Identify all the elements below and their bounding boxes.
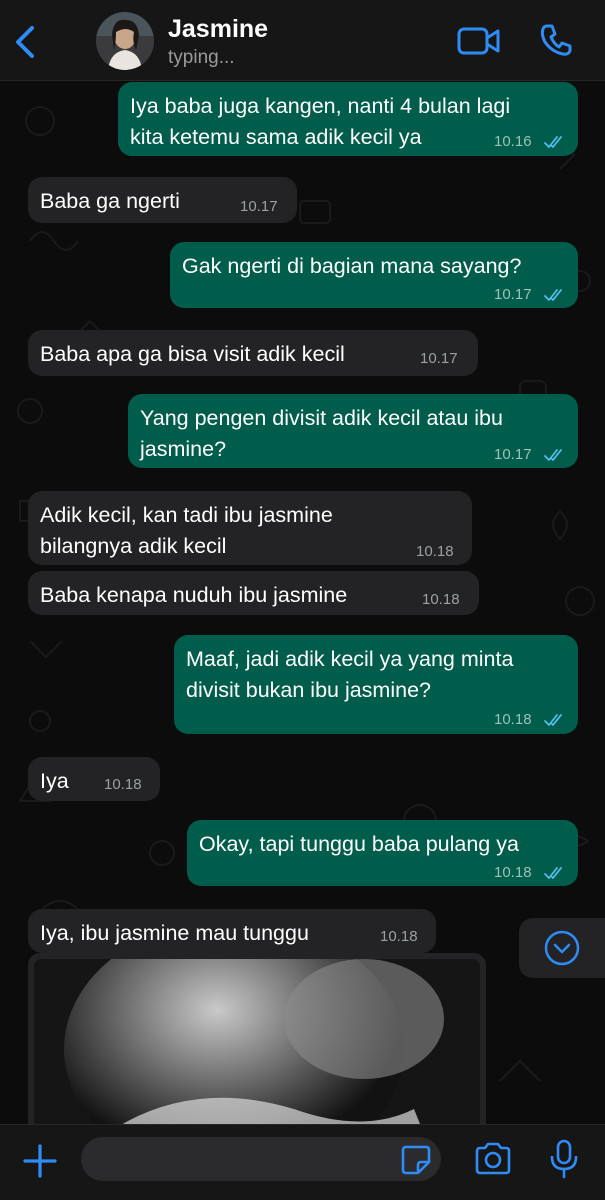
back-button[interactable] [10,24,40,60]
incoming-message[interactable]: Baba ga ngerti 10.17 [28,177,297,223]
video-call-button[interactable] [457,26,501,56]
read-receipt-icon [544,289,562,301]
message-timestamp: 10.17 [240,198,278,215]
microphone-button[interactable] [548,1139,580,1179]
message-text: Okay, tapi tunggu baba pulang ya [199,832,519,856]
message-input[interactable] [81,1137,441,1181]
sticker-icon [401,1145,431,1175]
chat-screen: Jasmine typing... Iya baba juga kangen, … [0,0,605,1200]
message-text: Baba apa ga bisa visit adik kecil [40,342,345,366]
avatar[interactable] [96,12,154,70]
scroll-to-bottom-button[interactable] [519,918,605,978]
message-timestamp: 10.18 [494,864,532,881]
typing-status: typing... [168,47,235,68]
message-timestamp: 10.18 [104,776,142,793]
outgoing-message[interactable]: Gak ngerti di bagian mana sayang? 10.17 [170,242,578,308]
microphone-icon [550,1139,578,1179]
message-timestamp: 10.18 [416,543,454,560]
chat-header: Jasmine typing... [0,0,605,81]
incoming-message[interactable]: Iya 10.18 [28,757,160,801]
outgoing-message[interactable]: Yang pengen divisit adik kecil atau ibu … [128,394,578,468]
message-text: Iya, ibu jasmine mau tunggu [40,921,309,945]
read-receipt-icon [544,136,562,148]
incoming-message[interactable]: Baba apa ga bisa visit adik kecil 10.17 [28,330,478,376]
chevron-down-circle-icon [544,930,580,966]
message-timestamp: 10.17 [420,350,458,367]
chevron-left-icon [16,26,34,58]
message-text: Gak ngerti di bagian mana sayang? [182,254,522,278]
message-text: Maaf, jadi adik kecil ya yang minta divi… [186,647,514,702]
voice-call-button[interactable] [538,22,574,58]
image-message[interactable] [28,953,486,1153]
incoming-message[interactable]: Adik kecil, kan tadi ibu jasmine bilangn… [28,491,472,565]
read-receipt-icon [544,714,562,726]
sticker-button[interactable] [400,1144,432,1176]
outgoing-message[interactable]: Okay, tapi tunggu baba pulang ya 10.18 [187,820,578,886]
phone-icon [540,24,572,56]
avatar-photo [96,12,154,70]
read-receipt-icon [544,867,562,879]
message-input-bar [0,1124,605,1200]
message-timestamp: 10.17 [494,286,532,303]
message-timestamp: 10.16 [494,133,532,150]
message-timestamp: 10.18 [422,591,460,608]
message-text: Adik kecil, kan tadi ibu jasmine bilangn… [40,503,333,558]
camera-icon [475,1142,511,1175]
camera-button[interactable] [473,1141,513,1177]
attach-button[interactable] [22,1143,58,1179]
video-camera-icon [457,27,500,55]
message-timestamp: 10.17 [494,446,532,463]
message-timestamp: 10.18 [380,928,418,945]
plus-icon [23,1144,57,1178]
read-receipt-icon [544,449,562,461]
incoming-message[interactable]: Baba kenapa nuduh ibu jasmine 10.18 [28,571,479,615]
outgoing-message[interactable]: Iya baba juga kangen, nanti 4 bulan lagi… [118,82,578,156]
message-text: Baba kenapa nuduh ibu jasmine [40,583,348,607]
outgoing-message[interactable]: Maaf, jadi adik kecil ya yang minta divi… [174,635,578,734]
incoming-message[interactable]: Iya, ibu jasmine mau tunggu 10.18 [28,909,436,953]
contact-name[interactable]: Jasmine [168,15,268,44]
message-timestamp: 10.18 [494,711,532,728]
